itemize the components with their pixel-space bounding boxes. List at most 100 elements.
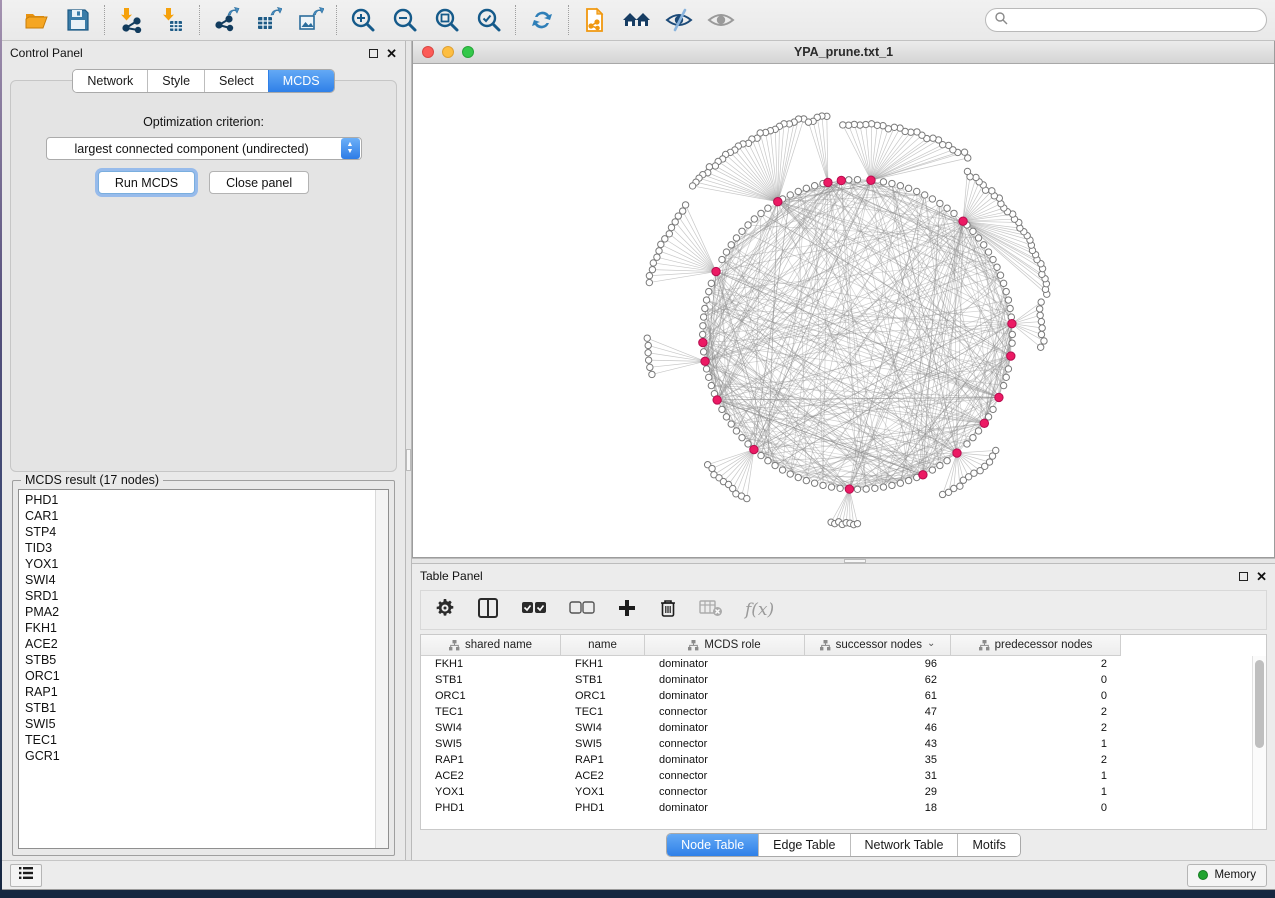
close-panel-button[interactable]: Close panel bbox=[209, 171, 309, 194]
tab-network[interactable]: Network bbox=[73, 70, 147, 92]
deselect-all-button[interactable] bbox=[569, 597, 595, 623]
tab-edge-table[interactable]: Edge Table bbox=[758, 834, 849, 856]
network-graph[interactable] bbox=[413, 64, 1274, 557]
mcds-result-item[interactable]: CAR1 bbox=[19, 508, 388, 524]
table-cell[interactable]: 31 bbox=[805, 768, 951, 784]
save-session-button[interactable] bbox=[64, 6, 92, 34]
mcds-result-item[interactable]: ACE2 bbox=[19, 636, 388, 652]
table-cell[interactable]: FKH1 bbox=[561, 656, 645, 672]
table-row[interactable]: YOX1YOX1connector291 bbox=[421, 784, 1121, 800]
table-cell[interactable]: SWI4 bbox=[561, 720, 645, 736]
mcds-hub-node[interactable] bbox=[1008, 319, 1016, 327]
column-header-predecessor-nodes[interactable]: predecessor nodes bbox=[951, 635, 1121, 655]
table-cell[interactable]: STB1 bbox=[561, 672, 645, 688]
table-row[interactable]: ORC1ORC1dominator610 bbox=[421, 688, 1121, 704]
home-button[interactable] bbox=[623, 6, 651, 34]
table-cell[interactable]: SWI5 bbox=[421, 736, 561, 752]
mcds-result-item[interactable]: STB1 bbox=[19, 700, 388, 716]
tab-mcds[interactable]: MCDS bbox=[268, 70, 334, 92]
zoom-in-button[interactable] bbox=[349, 6, 377, 34]
import-table-button[interactable] bbox=[159, 6, 187, 34]
export-network-button[interactable] bbox=[212, 6, 240, 34]
tab-select[interactable]: Select bbox=[204, 70, 268, 92]
table-cell[interactable]: SWI5 bbox=[561, 736, 645, 752]
table-cell[interactable]: dominator bbox=[645, 720, 805, 736]
table-row[interactable]: PHD1PHD1dominator180 bbox=[421, 800, 1121, 816]
mcds-hub-node[interactable] bbox=[845, 485, 853, 493]
function-builder-button[interactable]: f(x) bbox=[745, 597, 774, 623]
mcds-result-item[interactable]: GCR1 bbox=[19, 748, 388, 764]
column-header-successor-nodes[interactable]: successor nodes⌄ bbox=[805, 635, 951, 655]
table-cell[interactable]: STB1 bbox=[421, 672, 561, 688]
table-cell[interactable]: TEC1 bbox=[561, 704, 645, 720]
table-row[interactable]: SWI4SWI4dominator462 bbox=[421, 720, 1121, 736]
table-cell[interactable]: PHD1 bbox=[561, 800, 645, 816]
tab-style[interactable]: Style bbox=[147, 70, 204, 92]
mcds-result-item[interactable]: PHD1 bbox=[19, 492, 388, 508]
table-row[interactable]: RAP1RAP1dominator352 bbox=[421, 752, 1121, 768]
mcds-result-item[interactable]: STP4 bbox=[19, 524, 388, 540]
table-settings-button[interactable] bbox=[435, 597, 455, 623]
mcds-result-item[interactable]: STB5 bbox=[19, 652, 388, 668]
table-cell[interactable]: connector bbox=[645, 736, 805, 752]
table-row[interactable]: FKH1FKH1dominator962 bbox=[421, 656, 1121, 672]
table-cell[interactable]: dominator bbox=[645, 800, 805, 816]
mcds-hub-node[interactable] bbox=[774, 198, 782, 206]
table-cell[interactable]: 61 bbox=[805, 688, 951, 704]
mcds-hub-node[interactable] bbox=[837, 176, 845, 184]
mcds-hub-node[interactable] bbox=[712, 267, 720, 275]
network-file-button[interactable] bbox=[581, 6, 609, 34]
refresh-button[interactable] bbox=[528, 6, 556, 34]
zoom-selected-button[interactable] bbox=[475, 6, 503, 34]
network-window-titlebar[interactable]: YPA_prune.txt_1 bbox=[413, 41, 1274, 64]
mcds-hub-node[interactable] bbox=[1007, 352, 1015, 360]
table-cell[interactable]: ORC1 bbox=[561, 688, 645, 704]
add-row-button[interactable] bbox=[617, 597, 637, 623]
zoom-out-button[interactable] bbox=[391, 6, 419, 34]
mcds-result-item[interactable]: TID3 bbox=[19, 540, 388, 556]
table-cell[interactable]: dominator bbox=[645, 752, 805, 768]
table-cell[interactable]: 18 bbox=[805, 800, 951, 816]
search-input[interactable] bbox=[1012, 13, 1258, 27]
mcds-result-list[interactable]: PHD1CAR1STP4TID3YOX1SWI4SRD1PMA2FKH1ACE2… bbox=[18, 489, 389, 849]
memory-button[interactable]: Memory bbox=[1187, 864, 1267, 887]
table-cell[interactable]: 2 bbox=[951, 752, 1121, 768]
mcds-hub-node[interactable] bbox=[867, 176, 875, 184]
select-all-button[interactable] bbox=[521, 597, 547, 623]
table-cell[interactable]: connector bbox=[645, 784, 805, 800]
table-cell[interactable]: 2 bbox=[951, 656, 1121, 672]
table-cell[interactable]: 1 bbox=[951, 784, 1121, 800]
mcds-hub-node[interactable] bbox=[980, 419, 988, 427]
table-cell[interactable]: 35 bbox=[805, 752, 951, 768]
open-file-button[interactable] bbox=[22, 6, 50, 34]
node-table[interactable]: shared namenameMCDS rolesuccessor nodes⌄… bbox=[420, 634, 1267, 830]
splitter-handle[interactable] bbox=[844, 559, 866, 563]
table-cell[interactable]: RAP1 bbox=[561, 752, 645, 768]
mcds-result-item[interactable]: RAP1 bbox=[19, 684, 388, 700]
mcds-list-scrollbar[interactable] bbox=[375, 490, 388, 848]
table-cell[interactable]: ACE2 bbox=[561, 768, 645, 784]
table-row[interactable]: SWI5SWI5connector431 bbox=[421, 736, 1121, 752]
column-header-shared-name[interactable]: shared name bbox=[421, 635, 561, 655]
run-mcds-button[interactable]: Run MCDS bbox=[98, 171, 195, 194]
close-panel-icon[interactable]: ✕ bbox=[386, 47, 397, 60]
table-cell[interactable]: 0 bbox=[951, 688, 1121, 704]
vertical-splitter[interactable] bbox=[405, 41, 412, 860]
mcds-hub-node[interactable] bbox=[699, 338, 707, 346]
mcds-result-item[interactable]: PMA2 bbox=[19, 604, 388, 620]
clear-table-button[interactable] bbox=[699, 597, 723, 623]
mcds-hub-node[interactable] bbox=[713, 396, 721, 404]
mcds-result-item[interactable]: SWI4 bbox=[19, 572, 388, 588]
mcds-result-item[interactable]: YOX1 bbox=[19, 556, 388, 572]
table-cell[interactable]: 1 bbox=[951, 768, 1121, 784]
hide-graphics-details-button[interactable] bbox=[665, 6, 693, 34]
table-cell[interactable]: 46 bbox=[805, 720, 951, 736]
table-row[interactable]: ACE2ACE2connector311 bbox=[421, 768, 1121, 784]
table-cell[interactable]: 1 bbox=[951, 736, 1121, 752]
export-image-button[interactable] bbox=[296, 6, 324, 34]
zoom-fit-button[interactable] bbox=[433, 6, 461, 34]
table-cell[interactable]: dominator bbox=[645, 672, 805, 688]
show-graphics-details-button[interactable] bbox=[707, 6, 735, 34]
network-canvas[interactable] bbox=[413, 64, 1274, 557]
mcds-hub-node[interactable] bbox=[750, 445, 758, 453]
